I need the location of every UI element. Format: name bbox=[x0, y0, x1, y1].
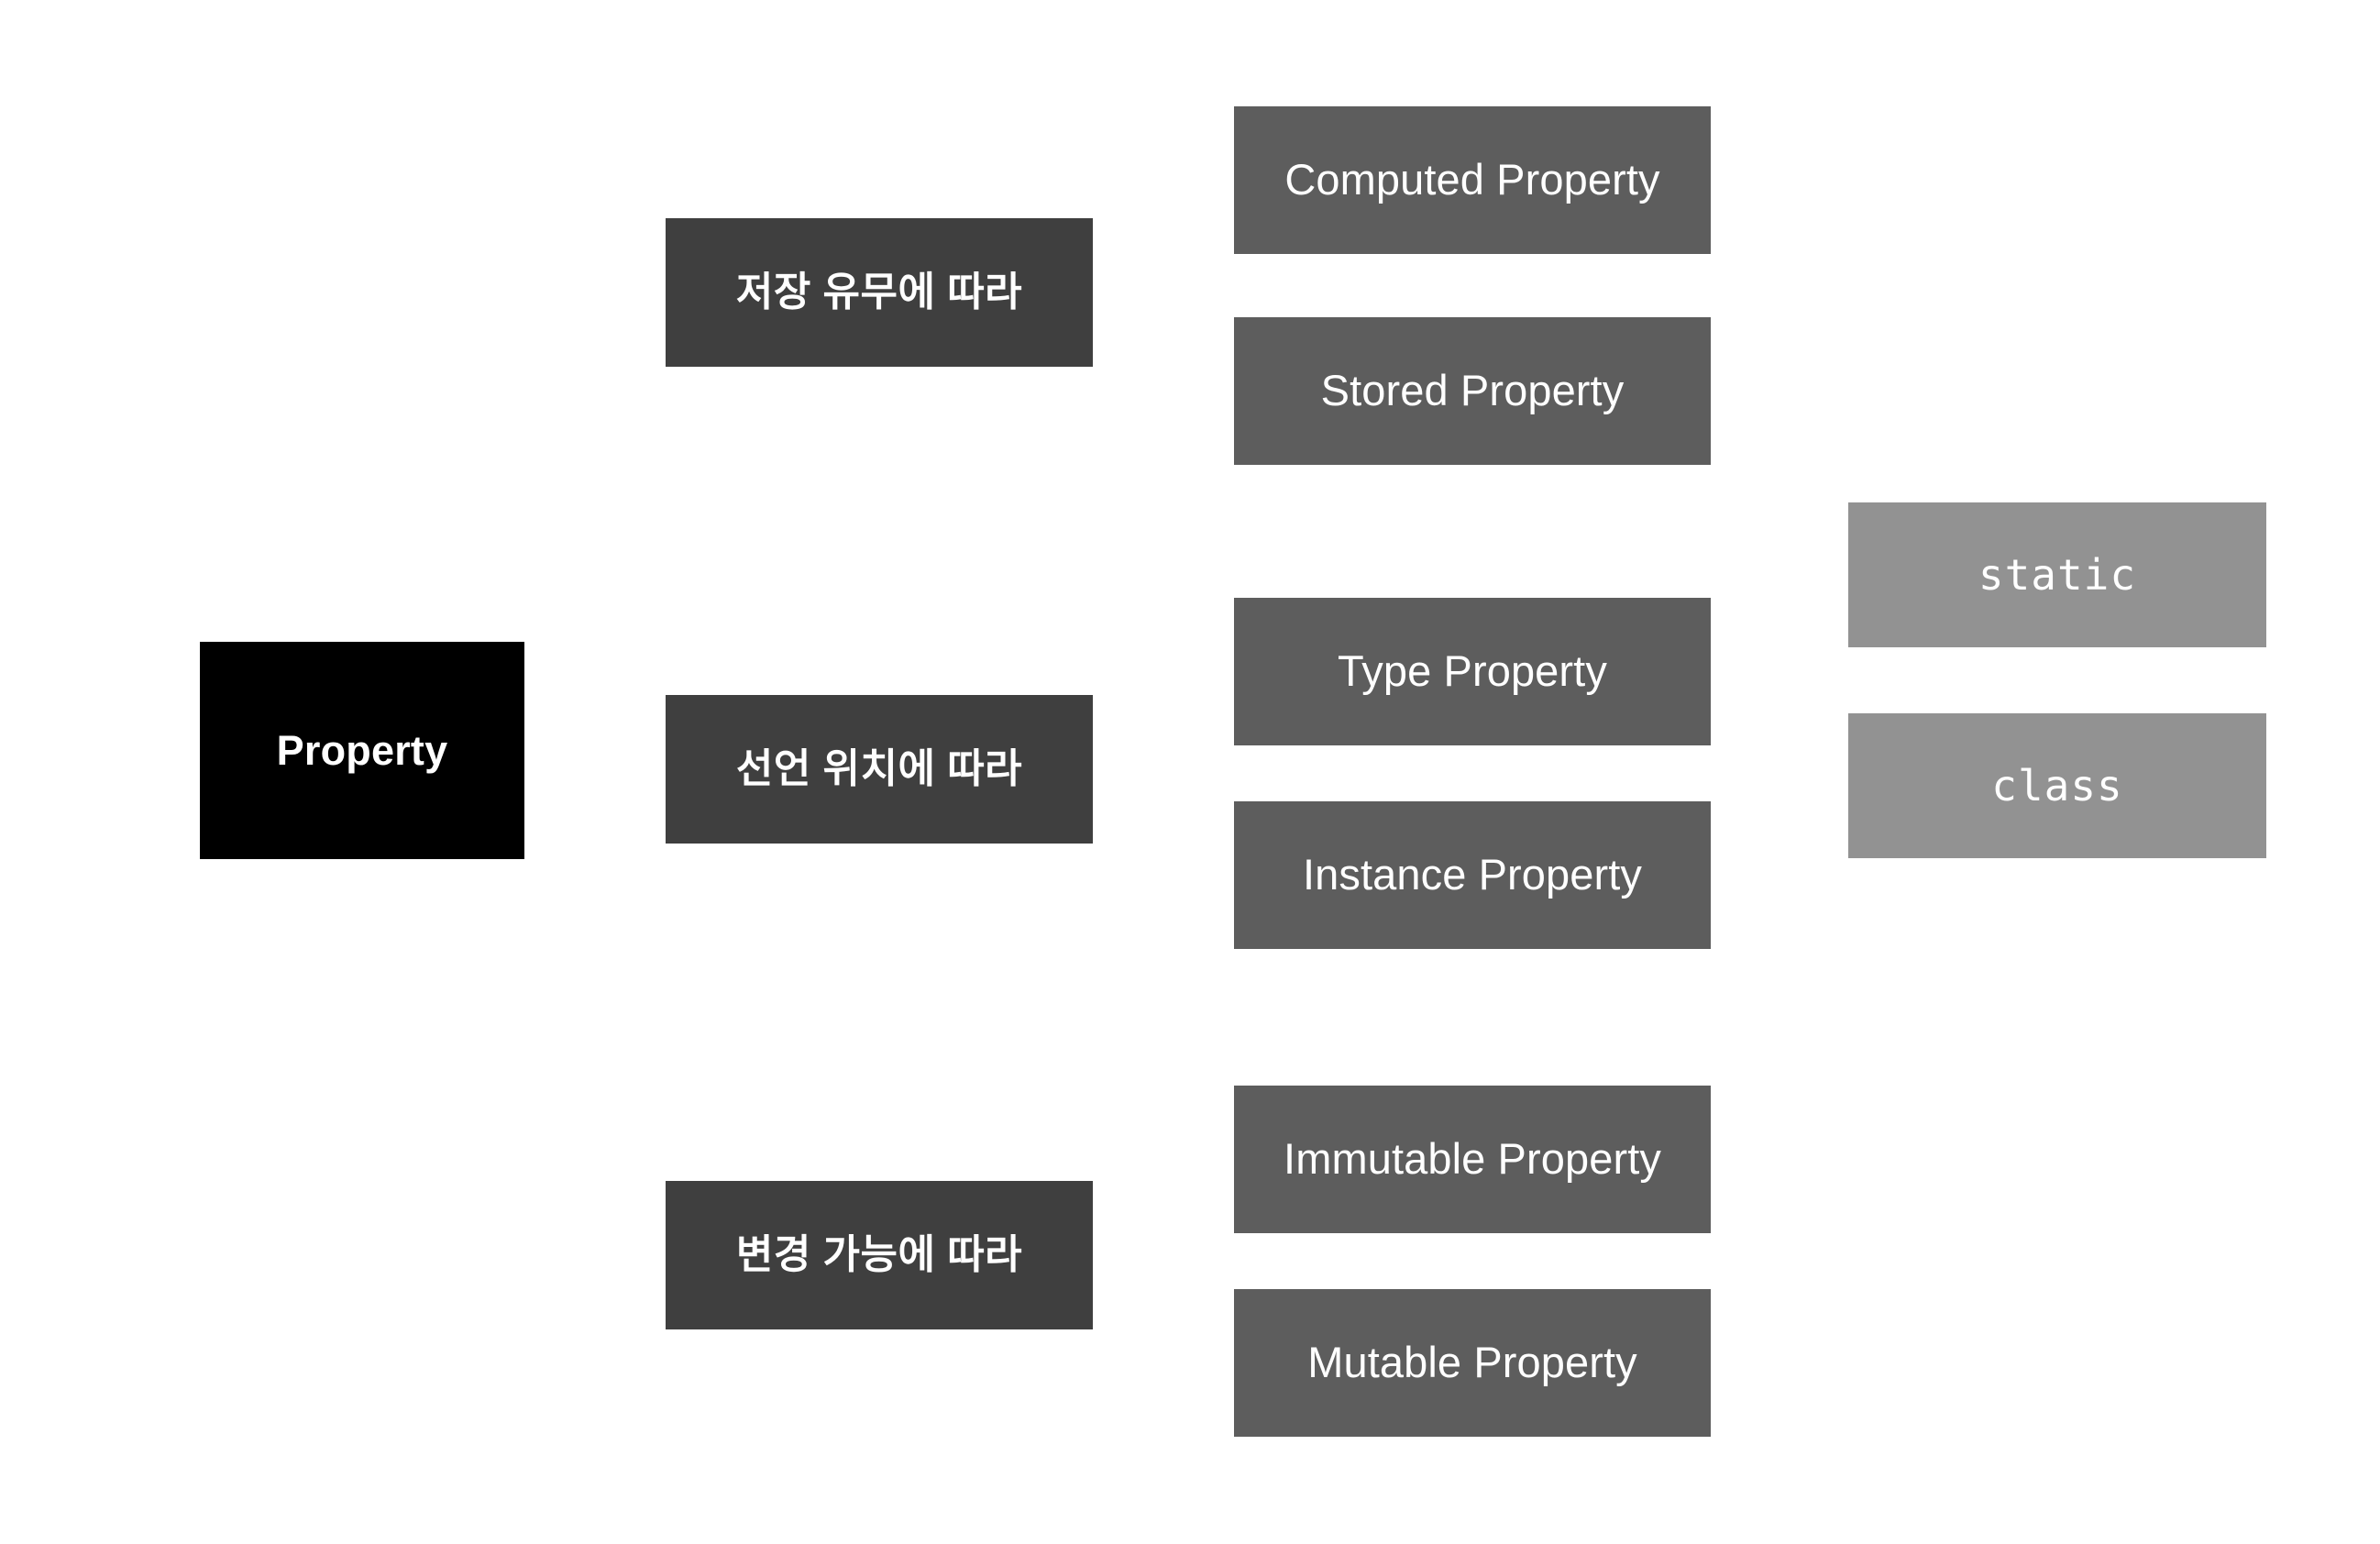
node-criteria-mutability[interactable]: 변경 가능에 따라 bbox=[666, 1181, 1093, 1329]
node-instance-property[interactable]: Instance Property bbox=[1234, 801, 1711, 949]
node-mutable-property[interactable]: Mutable Property bbox=[1234, 1289, 1711, 1437]
node-label: Type Property bbox=[1338, 646, 1607, 696]
node-computed-property[interactable]: Computed Property bbox=[1234, 106, 1711, 254]
node-label: class bbox=[1991, 760, 2123, 811]
node-label: Stored Property bbox=[1320, 366, 1625, 415]
node-label: Mutable Property bbox=[1307, 1338, 1637, 1387]
node-label: Property bbox=[276, 726, 448, 774]
node-criteria-declaration-location[interactable]: 선언 위치에 따라 bbox=[666, 695, 1093, 844]
node-label: 저장 유무에 따라 bbox=[735, 269, 1023, 314]
node-label: 변경 가능에 따라 bbox=[735, 1231, 1023, 1277]
node-label: 선언 위치에 따라 bbox=[735, 745, 1023, 791]
node-label: Instance Property bbox=[1302, 850, 1643, 899]
node-label: static bbox=[1978, 549, 2137, 600]
node-label: Immutable Property bbox=[1284, 1134, 1661, 1184]
node-property-root[interactable]: Property bbox=[200, 642, 524, 859]
diagram-canvas: Property 저장 유무에 따라 선언 위치에 따라 변경 가능에 따라 C… bbox=[0, 0, 2380, 1544]
node-immutable-property[interactable]: Immutable Property bbox=[1234, 1086, 1711, 1233]
node-criteria-storage[interactable]: 저장 유무에 따라 bbox=[666, 218, 1093, 367]
node-keyword-static[interactable]: static bbox=[1848, 502, 2266, 647]
node-type-property[interactable]: Type Property bbox=[1234, 598, 1711, 745]
node-stored-property[interactable]: Stored Property bbox=[1234, 317, 1711, 465]
node-label: Computed Property bbox=[1284, 155, 1660, 204]
node-keyword-class[interactable]: class bbox=[1848, 713, 2266, 858]
